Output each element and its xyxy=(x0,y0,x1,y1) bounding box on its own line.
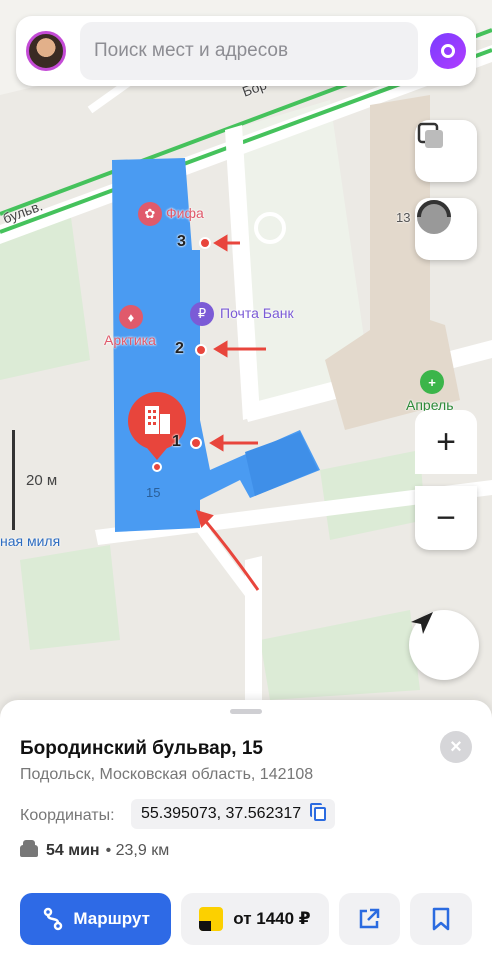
share-icon xyxy=(360,908,380,929)
traffic-button[interactable] xyxy=(415,198,477,260)
car-icon xyxy=(20,840,38,857)
entrance-number-1: 1 xyxy=(172,433,181,450)
coordinates-label: Координаты: xyxy=(20,807,115,824)
poi-label-fifa[interactable]: Фифа xyxy=(166,205,204,221)
avatar[interactable] xyxy=(26,31,66,71)
layers-icon xyxy=(417,122,443,148)
layers-button[interactable] xyxy=(415,120,477,182)
coordinates-value[interactable]: 55.395073, 37.562317 xyxy=(131,799,336,829)
close-icon: × xyxy=(450,735,462,758)
street-label: ная миля xyxy=(0,533,61,549)
bookmark-button[interactable] xyxy=(410,893,472,945)
entrance-number-2: 2 xyxy=(175,340,184,357)
minus-icon: − xyxy=(436,498,456,537)
action-bar: Маршрут от 1440 ₽ xyxy=(20,893,472,945)
map-scale: 20 м xyxy=(8,430,68,530)
drive-distance: • 23,9 км xyxy=(105,842,170,859)
tooth-icon[interactable]: ♦ xyxy=(119,305,143,329)
place-card: Бородинский бульвар, 15 × Подольск, Моск… xyxy=(0,700,492,960)
lotus-icon[interactable]: ✿ xyxy=(138,202,162,226)
copy-icon[interactable] xyxy=(310,803,327,821)
drive-info: 54 мин • 23,9 км xyxy=(20,840,170,860)
taxi-button[interactable]: от 1440 ₽ xyxy=(181,893,329,945)
bookmark-icon xyxy=(432,907,450,931)
navigation-arrow-icon xyxy=(411,612,433,634)
route-icon xyxy=(44,907,63,931)
house-number: 15 xyxy=(146,485,161,500)
traffic-gauge-icon xyxy=(417,200,451,234)
place-title: Бородинский бульвар, 15 xyxy=(20,738,264,759)
poi-label-pochta-bank[interactable]: Почта Банк xyxy=(220,305,294,321)
pharmacy-cross-icon[interactable]: + xyxy=(420,370,444,394)
house-number: 13 xyxy=(396,210,411,225)
poi-label-arktika[interactable]: Арктика xyxy=(104,332,156,348)
map-view[interactable]: бульв. Бор ✿ Фифа ₽ Почта Банк ♦ Арктика… xyxy=(0,0,492,720)
entrance-number-3: 3 xyxy=(177,233,186,250)
locate-me-button[interactable] xyxy=(409,610,479,680)
close-button[interactable]: × xyxy=(440,731,472,763)
alice-voice-icon[interactable] xyxy=(430,33,466,69)
place-address: Подольск, Московская область, 142108 xyxy=(20,766,314,783)
search-bar: Поиск мест и адресов xyxy=(16,16,476,86)
route-button[interactable]: Маршрут xyxy=(20,893,172,945)
search-input[interactable]: Поиск мест и адресов xyxy=(80,22,418,80)
share-button[interactable] xyxy=(338,893,401,945)
zoom-in-button[interactable]: + xyxy=(415,410,477,474)
sheet-grabber[interactable] xyxy=(230,709,262,714)
drive-time: 54 мин xyxy=(46,842,100,859)
zoom-out-button[interactable]: − xyxy=(415,486,477,550)
bank-icon[interactable]: ₽ xyxy=(190,302,214,326)
plus-icon: + xyxy=(436,422,456,461)
taxi-logo-icon xyxy=(199,907,224,931)
